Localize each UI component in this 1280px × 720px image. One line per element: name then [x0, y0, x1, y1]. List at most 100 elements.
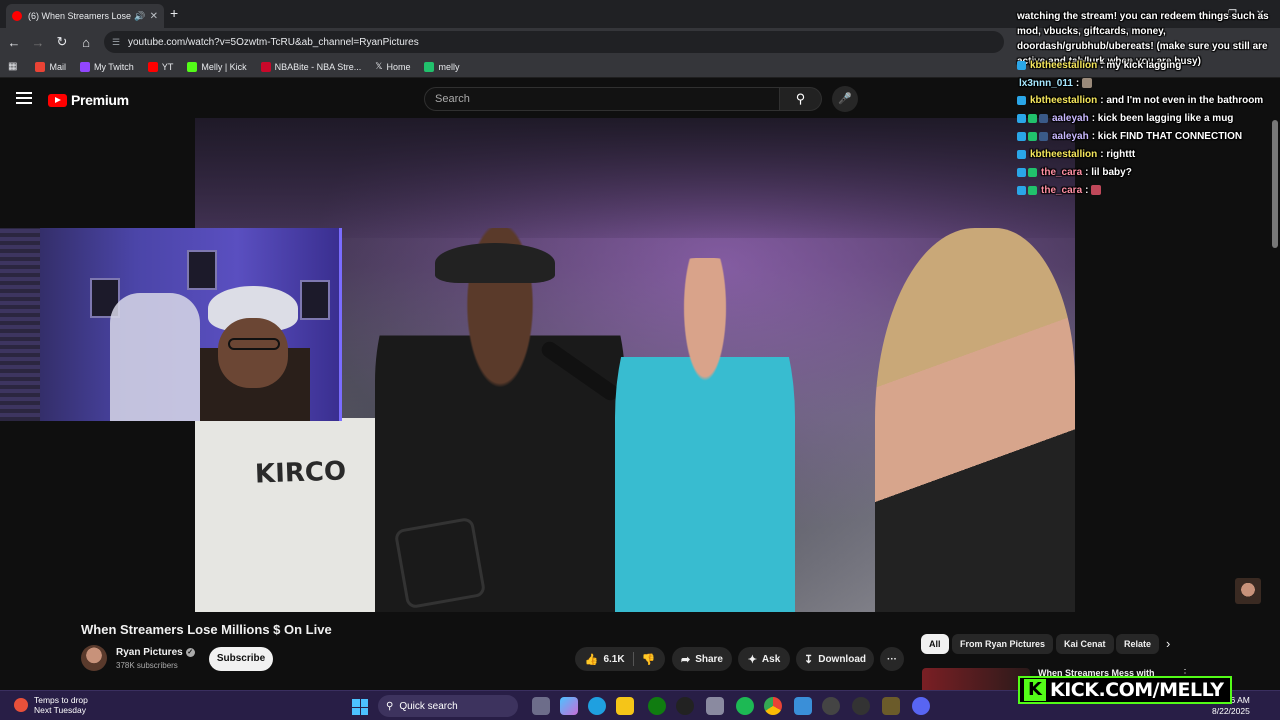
- chat-badge-icon: [1028, 167, 1037, 177]
- like-divider: [632, 652, 634, 666]
- url-field[interactable]: ☰ youtube.com/watch?v=5Ozwtm-TcRU&ab_cha…: [104, 31, 1004, 53]
- app-icon[interactable]: [852, 697, 870, 715]
- webcam-face: [218, 318, 288, 388]
- new-tab-icon[interactable]: +: [170, 5, 178, 21]
- media-player-icon[interactable]: [822, 697, 840, 715]
- chat-text: : lil baby?: [1085, 166, 1132, 178]
- page-scrollbar[interactable]: [1272, 120, 1278, 248]
- reload-icon[interactable]: ↻: [50, 34, 74, 50]
- chip-related[interactable]: Relate: [1116, 634, 1160, 654]
- video-bandana: [435, 243, 555, 283]
- share-button[interactable]: ➦ Share: [672, 647, 732, 671]
- microphone-icon[interactable]: 🎤: [832, 86, 858, 112]
- obs-icon[interactable]: [882, 697, 900, 715]
- chat-message: kbtheestallion: righttt: [1017, 146, 1135, 162]
- tab-title: (6) When Streamers Lose M: [28, 11, 133, 21]
- browser-tab[interactable]: (6) When Streamers Lose M 🔊 ✕: [6, 4, 164, 28]
- back-icon[interactable]: ←: [2, 35, 26, 50]
- file-explorer-icon[interactable]: [616, 697, 634, 715]
- related-video-thumbnail[interactable]: [922, 668, 1030, 690]
- chat-username[interactable]: the_cara: [1041, 185, 1082, 196]
- verified-icon: ✓: [185, 647, 195, 657]
- bookmark-melly-kick[interactable]: Melly | Kick: [187, 61, 247, 72]
- chat-username[interactable]: kbtheestallion: [1030, 149, 1097, 160]
- task-view-icon[interactable]: [532, 697, 550, 715]
- chat-username[interactable]: aaleyah: [1052, 131, 1089, 142]
- chat-text: :: [1085, 184, 1089, 196]
- more-actions-button[interactable]: ···: [880, 647, 904, 671]
- windows-start-icon[interactable]: [352, 699, 368, 715]
- chat-badge-icon: [1028, 131, 1037, 141]
- home-icon[interactable]: ⌂: [74, 35, 98, 50]
- streamer-webcam: [0, 228, 342, 421]
- github-icon[interactable]: [676, 697, 694, 715]
- ask-button[interactable]: ✦ Ask: [738, 647, 790, 671]
- close-tab-icon[interactable]: ✕: [150, 11, 158, 22]
- search-icon[interactable]: ⚲: [780, 87, 822, 111]
- download-button[interactable]: ↧ Download: [796, 647, 874, 671]
- chat-message: the_cara: lil baby?: [1017, 164, 1132, 180]
- chat-username[interactable]: lx3nnn_011: [1019, 78, 1073, 89]
- chat-username[interactable]: kbtheestallion: [1030, 95, 1097, 106]
- apps-grid-icon[interactable]: ▦: [8, 61, 17, 72]
- kick-icon: [187, 61, 198, 72]
- chat-username[interactable]: kbtheestallion: [1030, 60, 1097, 71]
- chevron-right-icon[interactable]: ›: [1166, 636, 1170, 651]
- twitch-icon: [79, 61, 90, 72]
- bookmark-melly[interactable]: melly: [424, 61, 460, 72]
- video-teen: [615, 258, 795, 612]
- hamburger-menu-icon[interactable]: [16, 92, 32, 104]
- webcam-gaming-chair: [110, 293, 200, 421]
- channel-avatar[interactable]: [81, 645, 107, 671]
- bookmark-my-twitch[interactable]: My Twitch: [79, 61, 134, 72]
- mail-icon: [35, 61, 46, 72]
- store-icon[interactable]: [706, 697, 724, 715]
- photos-icon[interactable]: [794, 697, 812, 715]
- nba-icon: [260, 61, 271, 72]
- melly-icon: [424, 61, 435, 72]
- audio-icon[interactable]: 🔊: [134, 11, 145, 22]
- discord-icon[interactable]: [912, 697, 930, 715]
- channel-name[interactable]: Ryan Pictures ✓: [116, 647, 195, 658]
- chat-badge-icon: [1017, 95, 1026, 105]
- share-icon: ➦: [680, 653, 691, 666]
- chrome-icon[interactable]: [764, 697, 782, 715]
- weather-icon: [14, 698, 28, 712]
- search-input[interactable]: Search: [424, 87, 780, 111]
- bookmark-yt[interactable]: YT: [147, 61, 173, 72]
- chip-from-ryan-pictures[interactable]: From Ryan Pictures: [952, 634, 1054, 654]
- thumbs-up-icon[interactable]: 👍: [585, 653, 599, 666]
- like-count[interactable]: 6.1K: [603, 654, 624, 665]
- youtube-play-icon: [48, 93, 67, 107]
- chat-badge-icon: [1039, 131, 1048, 141]
- chat-message: the_cara:: [1017, 182, 1102, 198]
- chat-text: : righttt: [1100, 148, 1136, 160]
- forward-icon[interactable]: →: [26, 35, 50, 50]
- chat-message: lx3nnn_011:: [1017, 75, 1093, 91]
- bookmark-home[interactable]: 𝕏 Home: [375, 61, 410, 72]
- xbox-icon[interactable]: [648, 697, 666, 715]
- weather-widget[interactable]: Temps to drop Next Tuesday: [14, 695, 88, 715]
- subscribe-button[interactable]: Subscribe: [209, 647, 273, 671]
- like-dislike-group: 👍 6.1K 👎: [575, 647, 665, 671]
- chip-all[interactable]: All: [921, 634, 949, 654]
- chip-kai-cenat[interactable]: Kai Cenat: [1056, 634, 1114, 654]
- kick-url-banner: K KICK.COM/MELLY: [1018, 676, 1232, 704]
- copilot-icon[interactable]: [560, 697, 578, 715]
- thumbs-down-icon[interactable]: 👎: [642, 653, 656, 666]
- youtube-favicon-icon: [12, 11, 22, 21]
- corner-avatar: [1235, 578, 1261, 604]
- chat-emote-icon: [1082, 78, 1093, 88]
- youtube-icon: [147, 61, 158, 72]
- kick-logo-icon: K: [1024, 679, 1046, 701]
- youtube-premium-logo[interactable]: Premium: [48, 92, 129, 108]
- bookmark-nbabite[interactable]: NBABite - NBA Stre...: [260, 61, 361, 72]
- chat-username[interactable]: aaleyah: [1052, 113, 1089, 124]
- taskbar-search[interactable]: ⚲ Quick search: [378, 695, 518, 717]
- bookmark-mail[interactable]: Mail: [35, 61, 66, 72]
- edge-icon[interactable]: [588, 697, 606, 715]
- chat-message: aaleyah: kick been lagging like a mug: [1017, 110, 1233, 126]
- spotify-icon[interactable]: [736, 697, 754, 715]
- chat-username[interactable]: the_cara: [1041, 167, 1082, 178]
- site-info-icon[interactable]: ☰: [112, 37, 122, 48]
